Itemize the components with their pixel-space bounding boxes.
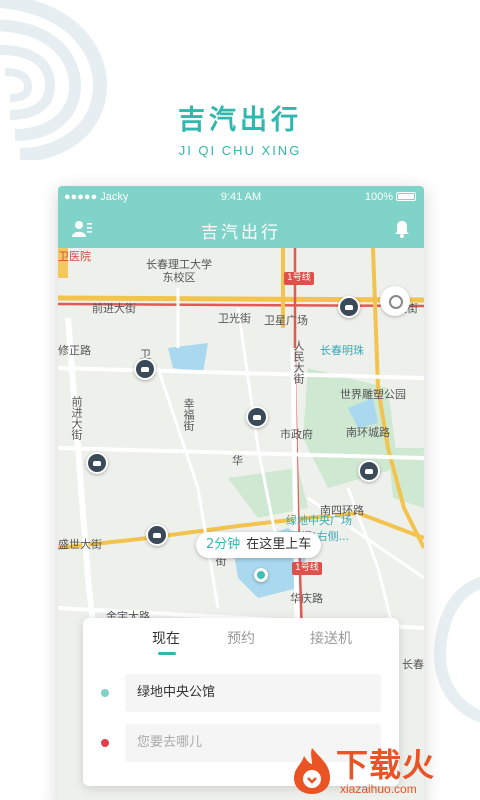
phone-screen: ●●●●● Jacky 9:41 AM 100% 吉汽出行 卫医院 长春理工大学… — [58, 186, 424, 800]
map-label: 卫光街 — [218, 312, 251, 325]
battery-indicator: 100% — [365, 191, 416, 203]
map-label: 前进大街 — [70, 396, 83, 440]
map-label: 人民大街 — [292, 340, 305, 384]
destination-dot-icon — [101, 739, 109, 747]
map-label: 长春明珠 — [320, 344, 364, 357]
metro-line-badge: 1号线 — [284, 272, 314, 285]
origin-field[interactable]: 绿地中央公馆 — [125, 674, 381, 712]
map-label: 卫星广场 — [264, 314, 308, 327]
map-label: 幸福街 — [182, 398, 195, 431]
pickup-bubble[interactable]: 2分钟 在这里上车 — [196, 532, 322, 558]
watermark: 下载火 xiazaihuo.com — [290, 740, 480, 800]
map-label: 修正路 — [58, 344, 91, 357]
map-label: 华 — [232, 454, 243, 467]
map-label: 卫医院 — [58, 250, 91, 263]
pickup-eta: 2分钟 — [206, 537, 241, 552]
brand-name-cn: 吉汽出行 — [178, 105, 302, 136]
pickup-pin-icon — [254, 568, 268, 582]
app-title: 吉汽出行 — [201, 223, 281, 243]
battery-percent: 100% — [364, 191, 393, 203]
brand-header: 吉汽出行 JI QI CHU XING — [0, 98, 480, 158]
map-label: 南环城路 — [346, 426, 390, 439]
map-label: 绿地中央广场 — [286, 514, 352, 527]
map-label: 前进大街 — [92, 302, 136, 315]
map-label: 盛世大街 — [58, 538, 102, 551]
map-label: 市政府 — [280, 428, 313, 441]
car-icon[interactable] — [146, 524, 168, 546]
flame-logo-icon — [294, 748, 330, 794]
ride-tabs: 现在 预约 接送机 — [83, 628, 399, 658]
car-icon[interactable] — [358, 460, 380, 482]
pickup-label: 在这里上车 — [246, 537, 312, 552]
locate-button[interactable] — [380, 286, 410, 316]
car-icon[interactable] — [338, 296, 360, 318]
car-icon[interactable] — [134, 358, 156, 380]
map-label: 长春 — [402, 658, 424, 671]
tab-airport[interactable]: 接送机 — [286, 628, 376, 648]
tab-reserve[interactable]: 预约 — [196, 628, 286, 648]
origin-dot-icon — [101, 689, 109, 697]
decorative-swirl — [433, 577, 480, 723]
car-icon[interactable] — [246, 406, 268, 428]
watermark-en: xiazaihuo.com — [340, 782, 417, 796]
map-label: 长春理工大学 东校区 — [146, 258, 212, 284]
active-tab-indicator — [158, 652, 176, 655]
car-icon[interactable] — [86, 452, 108, 474]
brand-name-en: JI QI CHU XING — [178, 143, 302, 158]
status-bar: ●●●●● Jacky 9:41 AM 100% — [58, 186, 424, 210]
battery-icon — [396, 192, 416, 201]
nav-bar: 吉汽出行 — [58, 210, 424, 248]
bell-icon[interactable] — [394, 220, 410, 238]
watermark-cn: 下载火 — [336, 746, 436, 784]
metro-line-badge: 1号线 — [292, 562, 322, 575]
map-label: 华庆路 — [290, 592, 323, 605]
map-label: 世界雕塑公园 — [340, 388, 406, 401]
